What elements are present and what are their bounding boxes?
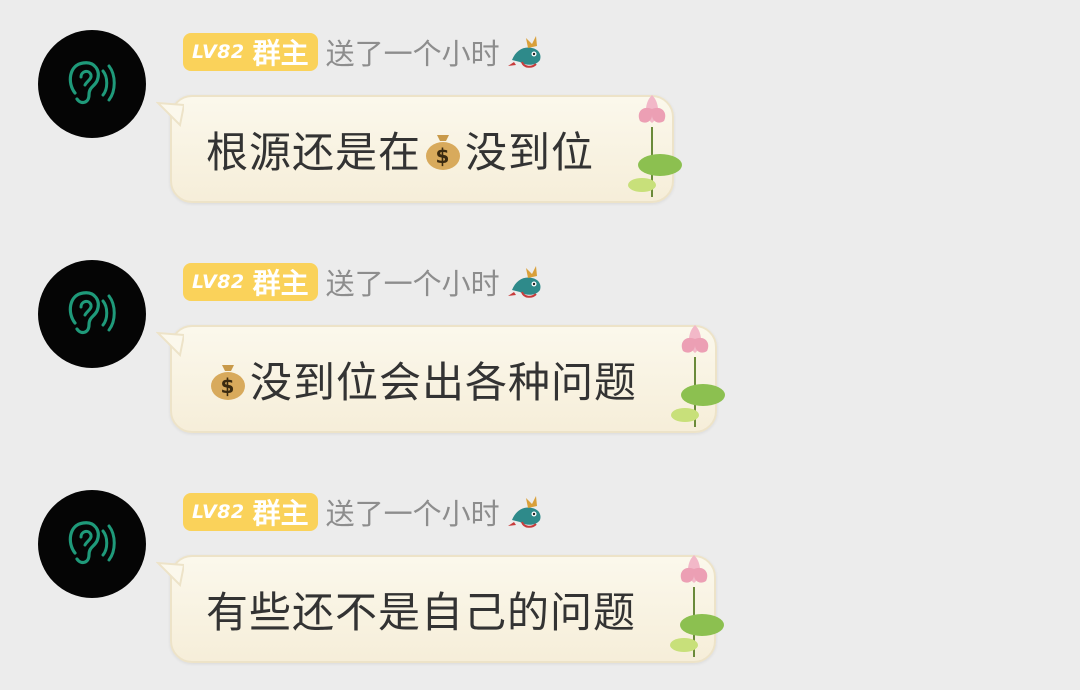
dragon-icon: [507, 266, 541, 298]
dragon-icon: [507, 496, 541, 528]
ear-sound-icon: [68, 291, 116, 335]
message-header: LV82 群主 送了一个小时: [183, 492, 548, 532]
role-label: 群主: [252, 37, 309, 70]
ear-sound-icon: [68, 521, 116, 565]
message-bubble[interactable]: 根源还是在 $ 没到位: [156, 95, 683, 203]
bubble-tail: [156, 561, 184, 587]
avatar[interactable]: [38, 260, 146, 368]
message-text-before: 有些还不是自己的问题: [206, 587, 637, 637]
gift-note: 送了一个小时: [325, 497, 500, 531]
message-bubble[interactable]: 有些还不是自己的问题: [156, 555, 725, 663]
message-text-after: 没到位: [465, 127, 595, 177]
message-text-after: 没到位会出各种问题: [250, 357, 638, 407]
message-header: LV82 群主 送了一个小时: [183, 262, 548, 302]
chat-view: LV82 群主 送了一个小时 根源还是在 $ 没到位 LV82 群主 送了一个小…: [0, 0, 1080, 690]
lotus-decoration-icon: [670, 555, 725, 657]
avatar[interactable]: [38, 30, 146, 138]
message-text: $ 没到位会出各种问题: [206, 349, 637, 410]
member-badge[interactable]: LV82 群主: [183, 263, 318, 301]
role-label: 群主: [252, 497, 309, 530]
role-label: 群主: [252, 267, 309, 300]
dragon-icon: [507, 36, 541, 68]
message-header: LV82 群主 送了一个小时: [183, 32, 548, 72]
bubble-tail: [156, 331, 184, 357]
member-badge[interactable]: LV82 群主: [183, 33, 318, 71]
money-bag-icon: $: [211, 365, 245, 400]
svg-text:$: $: [221, 374, 236, 398]
lotus-decoration-icon: [628, 95, 683, 197]
message-text: 有些还不是自己的问题: [206, 579, 636, 640]
message-text-before: 根源还是在: [206, 127, 422, 177]
money-bag-icon: $: [426, 135, 461, 170]
ear-sound-icon: [68, 61, 116, 105]
lotus-decoration-icon: [671, 325, 726, 427]
gift-note: 送了一个小时: [325, 37, 500, 71]
level-label: LV82: [192, 41, 245, 63]
bubble-tail: [156, 101, 184, 127]
message-bubble[interactable]: $ 没到位会出各种问题: [156, 325, 726, 433]
chat-message: LV82 群主 送了一个小时 有些还不是自己的问题: [0, 460, 1080, 685]
level-label: LV82: [192, 501, 245, 523]
svg-text:$: $: [436, 144, 451, 168]
chat-message: LV82 群主 送了一个小时 $ 没到位会出各种问题: [0, 230, 1080, 455]
avatar[interactable]: [38, 490, 146, 598]
member-badge[interactable]: LV82 群主: [183, 493, 318, 531]
message-text: 根源还是在 $ 没到位: [206, 119, 594, 180]
gift-note: 送了一个小时: [325, 267, 500, 301]
chat-message: LV82 群主 送了一个小时 根源还是在 $ 没到位: [0, 0, 1080, 225]
level-label: LV82: [192, 271, 245, 293]
